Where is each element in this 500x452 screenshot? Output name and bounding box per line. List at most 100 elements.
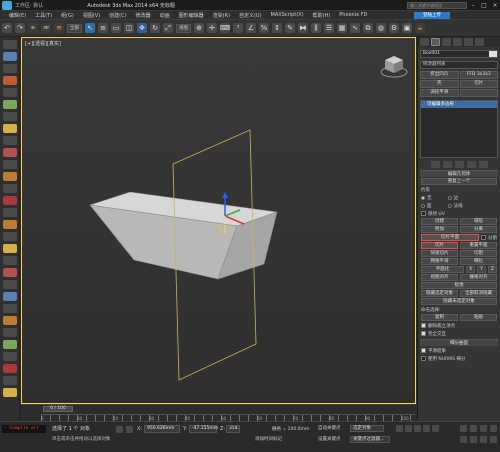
use-nurms-checkbox[interactable]: [421, 356, 426, 361]
modifier-list-dropdown[interactable]: 修改器列表: [420, 61, 498, 69]
zoom-extents-all-icon[interactable]: [490, 425, 497, 432]
reference-coordinate-dropdown[interactable]: 视图: [176, 23, 191, 33]
display-tab-icon[interactable]: [464, 38, 473, 46]
gizmo-z-arrow[interactable]: [222, 192, 228, 198]
object-name-field[interactable]: Box001: [420, 50, 498, 58]
hierarchy-tab-icon[interactable]: [442, 38, 451, 46]
view-align-button[interactable]: 视图对齐: [421, 274, 458, 281]
tool-icon-28[interactable]: [3, 364, 17, 373]
tool-icon-9[interactable]: [3, 136, 17, 145]
named-selection-icon[interactable]: ✎: [285, 23, 295, 33]
selection-filter-dropdown[interactable]: 全部: [67, 23, 82, 33]
select-move-icon[interactable]: ✥: [137, 23, 147, 33]
app-logo[interactable]: [2, 0, 12, 10]
time-slider[interactable]: 0 / 100: [43, 406, 73, 412]
maxscript-listener[interactable]: - Compile err: [2, 425, 46, 433]
unlink-icon[interactable]: ⚮: [41, 23, 51, 33]
tool-icon-23[interactable]: [3, 304, 17, 313]
manipulate-icon[interactable]: ✛: [207, 23, 217, 33]
link-icon[interactable]: ⚭: [28, 23, 38, 33]
remove-modifier-icon[interactable]: [466, 161, 476, 168]
paste-button[interactable]: 粘贴: [460, 314, 497, 321]
planarize-button[interactable]: 平面化: [421, 266, 465, 273]
close-button[interactable]: ×: [490, 1, 500, 10]
subdivision-surface-rollout[interactable]: 细分曲面: [420, 339, 498, 346]
align-icon[interactable]: ⫼: [311, 23, 321, 33]
split-checkbox[interactable]: [481, 235, 486, 240]
configure-sets-icon[interactable]: [478, 161, 488, 168]
field-of-view-icon[interactable]: [460, 436, 467, 443]
tool-icon-22[interactable]: [3, 292, 17, 301]
modify-tab-icon[interactable]: [431, 38, 440, 46]
show-end-result-icon[interactable]: [442, 161, 452, 168]
minimize-button[interactable]: –: [468, 1, 478, 10]
quickslice-button[interactable]: 快速切片: [421, 250, 458, 257]
menu-create[interactable]: 创建(C): [109, 12, 126, 19]
make-unique-icon[interactable]: [454, 161, 464, 168]
key-filter-dropdown[interactable]: 选定对象: [350, 425, 384, 432]
angle-snap-icon[interactable]: ∠: [246, 23, 256, 33]
pivot-center-icon[interactable]: ⊕: [194, 23, 204, 33]
tool-icon-18[interactable]: [3, 244, 17, 253]
orbit-icon[interactable]: [480, 436, 487, 443]
constraint-edge-radio[interactable]: [447, 195, 452, 200]
modifier-button-1[interactable]: 挤出凹凸: [420, 71, 459, 79]
hide-unselected-button[interactable]: 隐藏未选定对象: [421, 298, 497, 305]
constraint-normal-radio[interactable]: [447, 203, 452, 208]
render-setup-icon[interactable]: ⚙: [389, 23, 399, 33]
auto-key-button[interactable]: 自动关键点: [318, 425, 341, 431]
select-object-icon[interactable]: ↖: [85, 23, 95, 33]
bind-spacewarp-icon[interactable]: ≋: [54, 23, 64, 33]
object-color-swatch[interactable]: [489, 51, 497, 57]
tool-icon-13[interactable]: [3, 184, 17, 193]
key-filters-button[interactable]: 关键点过滤器...: [350, 436, 390, 443]
repeat-last-button[interactable]: 重复上一个: [421, 178, 497, 185]
constraint-none-radio[interactable]: [421, 195, 425, 200]
menu-phoenix[interactable]: Phoenix FD: [339, 12, 367, 18]
menu-modifiers[interactable]: 修改器: [136, 12, 151, 19]
tool-icon-21[interactable]: [3, 280, 17, 289]
detach-button[interactable]: 分离: [460, 226, 497, 233]
tool-icon-11[interactable]: [3, 160, 17, 169]
smooth-result-checkbox[interactable]: [421, 348, 426, 353]
select-by-name-icon[interactable]: ≡: [98, 23, 108, 33]
goto-start-icon[interactable]: [396, 425, 403, 432]
undo-icon[interactable]: ↶: [2, 23, 12, 33]
edit-geometry-rollout[interactable]: 编辑几何体: [420, 170, 498, 177]
play-icon[interactable]: [414, 425, 421, 432]
material-editor-icon[interactable]: ◍: [376, 23, 386, 33]
tool-icon-6[interactable]: [3, 100, 17, 109]
motion-tab-icon[interactable]: [453, 38, 462, 46]
layer-manager-icon[interactable]: ☰: [324, 23, 334, 33]
tool-icon-12[interactable]: [3, 172, 17, 181]
menu-group[interactable]: 组(G): [61, 12, 74, 19]
absolute-mode-icon[interactable]: [126, 426, 133, 433]
tool-icon-30[interactable]: [3, 388, 17, 397]
tool-icon-8[interactable]: [3, 124, 17, 133]
keyboard-shortcut-icon[interactable]: ⌨: [220, 23, 230, 33]
schematic-view-icon[interactable]: ⧉: [363, 23, 373, 33]
tool-icon-25[interactable]: [3, 328, 17, 337]
create-tab-icon[interactable]: [420, 38, 429, 46]
zoom-all-icon[interactable]: [470, 425, 477, 432]
hide-selected-button[interactable]: 隐藏选定对象: [421, 290, 458, 297]
slice-plane-button[interactable]: 切片平面: [421, 234, 479, 241]
menu-edit[interactable]: 编辑(E): [9, 12, 26, 19]
workspace-dropdown[interactable]: 工作区: 默认: [15, 2, 43, 9]
modifier-button-3[interactable]: 壳: [420, 80, 459, 88]
copy-button[interactable]: 复制: [421, 314, 458, 321]
viewcube-icon[interactable]: [379, 50, 409, 80]
planarize-x-button[interactable]: X: [466, 266, 476, 273]
tool-icon-5[interactable]: [3, 88, 17, 97]
login-button[interactable]: 登陆上传: [414, 11, 450, 19]
render-icon[interactable]: ☕: [415, 23, 425, 33]
tool-icon-26[interactable]: [3, 340, 17, 349]
menu-help[interactable]: 帮助(H): [313, 12, 331, 19]
tool-icon-1[interactable]: [3, 40, 17, 49]
tool-icon-4[interactable]: [3, 76, 17, 85]
tool-icon-17[interactable]: [3, 232, 17, 241]
pan-view-icon[interactable]: [470, 436, 477, 443]
zoom-icon[interactable]: [460, 425, 467, 432]
slice-button[interactable]: 切片: [421, 242, 458, 249]
select-scale-icon[interactable]: ⤢: [163, 23, 173, 33]
